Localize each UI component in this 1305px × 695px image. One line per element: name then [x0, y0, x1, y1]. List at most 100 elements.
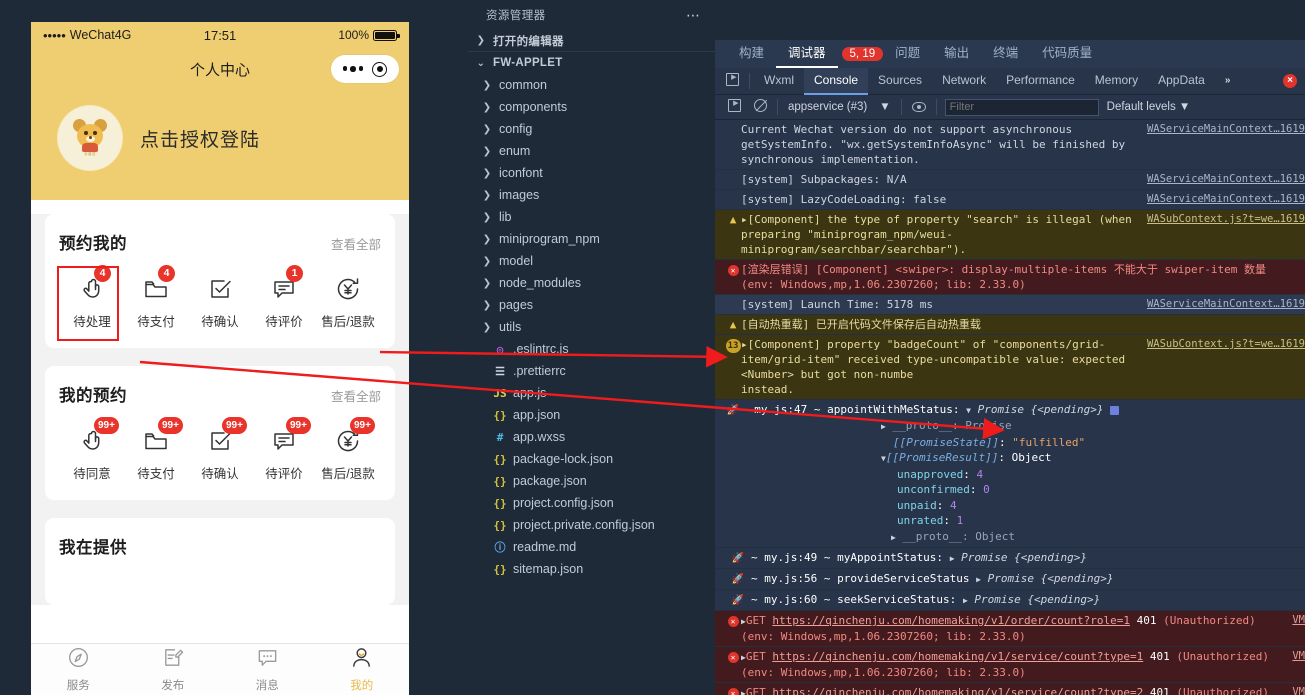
- console-log-source-link[interactable]: WAServiceMainContext…1619: [1141, 192, 1305, 207]
- grid-item-refund[interactable]: 99+ 售后/退款: [317, 417, 379, 482]
- tab-code-quality[interactable]: 代码质量: [1030, 40, 1104, 68]
- grid-item-pending-agree[interactable]: 99+ 待同意: [61, 417, 123, 482]
- console-log-source-link[interactable]: WAServiceMainContext…1619: [1141, 122, 1305, 137]
- avatar[interactable]: 亲晨居: [58, 106, 122, 170]
- console-log-row[interactable]: ▲ ▸[Component] the type of property "sear…: [715, 210, 1305, 260]
- panel-tabs-overflow-icon[interactable]: »: [1215, 68, 1235, 95]
- explorer-more-icon[interactable]: ⋯: [686, 7, 701, 24]
- console-log-row[interactable]: [system] Launch Time: 5178 ms WAServiceMa…: [715, 295, 1305, 315]
- explorer-folder-miniprogram_npm[interactable]: ❯ miniprogram_npm: [468, 228, 715, 250]
- close-target-icon[interactable]: [372, 61, 388, 77]
- console-promise-row[interactable]: 🚀 ~ my.js:60 ~ seekServiceStatus: ▶ Promi…: [715, 590, 1305, 611]
- explorer-folder-enum[interactable]: ❯ enum: [468, 140, 715, 162]
- explorer-folder-model[interactable]: ❯ model: [468, 250, 715, 272]
- tabbar-item-mine[interactable]: 我的: [315, 646, 410, 693]
- profile-row[interactable]: 亲晨居 点击授权登陆: [31, 90, 409, 200]
- explorer-folder-pages[interactable]: ❯ pages: [468, 294, 715, 316]
- panel-tab-sources[interactable]: Sources: [868, 68, 932, 95]
- explorer-file-app.wxss[interactable]: # app.wxss: [468, 426, 715, 448]
- explorer-folder-lib[interactable]: ❯ lib: [468, 206, 715, 228]
- explorer-folder-utils[interactable]: ❯ utils: [468, 316, 715, 338]
- explorer-folder-common[interactable]: ❯ common: [468, 74, 715, 96]
- filter-input[interactable]: [944, 98, 1099, 116]
- tabbar-item-service[interactable]: 服务: [31, 646, 126, 693]
- more-dots-icon[interactable]: [342, 66, 364, 72]
- console-log-source-link[interactable]: VM: [1286, 685, 1305, 695]
- badge-count: 99+: [286, 417, 311, 434]
- console-promise-row[interactable]: 🚀 ~ my.js:56 ~ provideServiceStatus ▶ Pro…: [715, 569, 1305, 590]
- grid-item-pending-review[interactable]: 99+ 待评价: [253, 417, 315, 482]
- card1-view-all-link[interactable]: 查看全部: [331, 234, 381, 253]
- tab-debugger[interactable]: 调试器: [776, 40, 838, 68]
- panel-tab-memory[interactable]: Memory: [1085, 68, 1148, 95]
- wechat-capsule-button[interactable]: [331, 55, 399, 83]
- explorer-file-project.private.config.json[interactable]: {} project.private.config.json: [468, 514, 715, 536]
- explorer-file-readme.md[interactable]: ⓘ readme.md: [468, 536, 715, 558]
- console-log-row[interactable]: [system] Subpackages: N/A WAServiceMainCo…: [715, 170, 1305, 190]
- console-log-source-link[interactable]: WASubContext.js?t=we…1619: [1141, 212, 1305, 227]
- explorer-file-app.json[interactable]: {} app.json: [468, 404, 715, 426]
- explorer-folder-components[interactable]: ❯ components: [468, 96, 715, 118]
- console-log-message: ~ my.js:60 ~ seekServiceStatus: ▶ Promis…: [751, 593, 1101, 606]
- context-selector[interactable]: appservice (#3): [782, 101, 873, 113]
- explorer-section-open-editors[interactable]: ❯ 打开的编辑器: [468, 30, 715, 52]
- explorer-folder-config[interactable]: ❯ config: [468, 118, 715, 140]
- console-network-error-row[interactable]: ✕ ▶GET https://qinchenju.com/homemaking/v…: [715, 611, 1305, 647]
- console-log-row[interactable]: [system] LazyCodeLoading: false WAService…: [715, 190, 1305, 210]
- explorer-file-.eslintrc.js[interactable]: ◎ .eslintrc.js: [468, 338, 715, 360]
- log-levels-selector[interactable]: Default levels ▼: [1107, 101, 1191, 113]
- explorer-file-package.json[interactable]: {} package.json: [468, 470, 715, 492]
- grid-item-pending-payment[interactable]: 99+ 待支付: [125, 417, 187, 482]
- console-log-source-link[interactable]: WAServiceMainContext…1619: [1141, 172, 1305, 187]
- tab-problems[interactable]: 问题: [883, 40, 932, 68]
- console-output[interactable]: Current Wechat version do not support as…: [715, 120, 1305, 695]
- chevron-right-icon: ❯: [482, 189, 492, 201]
- explorer-item-label: app.js: [513, 386, 547, 400]
- console-log-row[interactable]: ✕ [渲染层错误] [Component] <swiper>: display-m…: [715, 260, 1305, 295]
- explorer-folder-images[interactable]: ❯ images: [468, 184, 715, 206]
- explorer-file-sitemap.json[interactable]: {} sitemap.json: [468, 558, 715, 580]
- console-settings-eye-icon[interactable]: [906, 100, 932, 115]
- grid-item-pending-review[interactable]: 1 待评价: [253, 265, 315, 330]
- console-promise-expanded-row[interactable]: 🚀 ~ my.js:47 ~ appointWithMeStatus: ▼ Pro…: [715, 400, 1305, 548]
- tabbar-item-publish[interactable]: 发布: [126, 646, 221, 693]
- grid-item-pending-confirm[interactable]: 待确认: [189, 265, 251, 330]
- console-log-row[interactable]: ▲ [自动热重载] 已开启代码文件保存后自动热重载: [715, 315, 1305, 335]
- explorer-file-project.config.json[interactable]: {} project.config.json: [468, 492, 715, 514]
- close-icon[interactable]: ×: [1283, 74, 1297, 88]
- console-promise-row[interactable]: 🚀 ~ my.js:49 ~ myAppointStatus: ▶ Promise…: [715, 548, 1305, 569]
- explorer-file-package-lock.json[interactable]: {} package-lock.json: [468, 448, 715, 470]
- panel-tab-wxml[interactable]: Wxml: [754, 68, 804, 95]
- object-key: unrated: [897, 514, 944, 527]
- panel-tab-performance[interactable]: Performance: [996, 68, 1085, 95]
- console-log-source-link[interactable]: VM: [1286, 649, 1305, 664]
- console-log-source-link[interactable]: WASubContext.js?t=we…1619: [1141, 337, 1305, 352]
- clear-console-icon[interactable]: [747, 99, 773, 115]
- console-log-source-link[interactable]: VM: [1286, 613, 1305, 628]
- console-log-row[interactable]: 13 ▸[Component] property "badgeCount" of …: [715, 335, 1305, 400]
- explorer-folder-node_modules[interactable]: ❯ node_modules: [468, 272, 715, 294]
- grid-item-refund[interactable]: 售后/退款: [317, 265, 379, 330]
- inspect-element-icon[interactable]: [719, 73, 745, 89]
- console-log-row[interactable]: Current Wechat version do not support as…: [715, 120, 1305, 170]
- panel-tab-appdata[interactable]: AppData: [1148, 68, 1215, 95]
- tabbar-item-message[interactable]: 消息: [220, 646, 315, 693]
- console-network-error-row[interactable]: ✕ ▶GET https://qinchenju.com/homemaking/v…: [715, 647, 1305, 683]
- explorer-section-fw-applet[interactable]: ⌄ FW-APPLET: [468, 52, 715, 74]
- card2-view-all-link[interactable]: 查看全部: [331, 386, 381, 405]
- explorer-file-.prettierrc[interactable]: ☰ .prettierrc: [468, 360, 715, 382]
- grid-item-pending-confirm[interactable]: 99+ 待确认: [189, 417, 251, 482]
- explorer-folder-iconfont[interactable]: ❯ iconfont: [468, 162, 715, 184]
- login-prompt[interactable]: 点击授权登陆: [140, 125, 260, 152]
- panel-tab-console[interactable]: Console: [804, 67, 869, 95]
- tab-terminal[interactable]: 终端: [981, 40, 1030, 68]
- tab-output[interactable]: 输出: [932, 40, 981, 68]
- tab-build[interactable]: 构建: [727, 40, 776, 68]
- panel-tab-network[interactable]: Network: [932, 68, 996, 95]
- chevron-down-icon[interactable]: ▼: [873, 101, 896, 113]
- sidebar-toggle-icon[interactable]: [721, 99, 747, 115]
- console-network-error-row[interactable]: ✕ ▶GET https://qinchenju.com/homemaking/v…: [715, 683, 1305, 695]
- grid-item-pending-payment[interactable]: 4 待支付: [125, 265, 187, 330]
- console-log-source-link[interactable]: WAServiceMainContext…1619: [1141, 297, 1305, 312]
- explorer-file-app.js[interactable]: JS app.js: [468, 382, 715, 404]
